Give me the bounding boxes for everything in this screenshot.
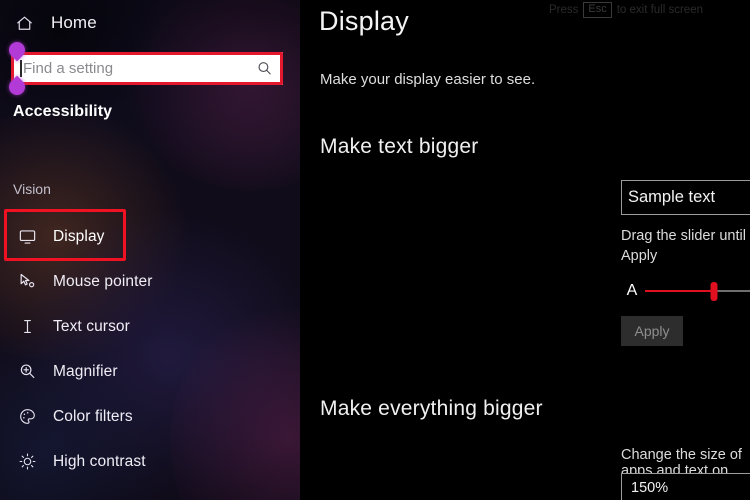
text-size-slider[interactable]: A A [621, 276, 750, 306]
sidebar-item-high-contrast[interactable]: High contrast [0, 439, 300, 484]
settings-window: Home Find a setting Accessibility Vision… [0, 0, 750, 500]
exit-fullscreen-suffix: to exit full screen [616, 4, 703, 16]
sidebar-item-color-filters[interactable]: Color filters [0, 394, 300, 439]
sidebar-item-display-label: Display [53, 227, 105, 245]
text-cursor-icon [17, 317, 37, 337]
magnifier-icon [17, 362, 37, 382]
text-caret [20, 60, 22, 77]
sidebar-item-mouse-pointer-label: Mouse pointer [53, 272, 153, 290]
mouse-pointer-icon [17, 272, 37, 292]
sidebar-item-display[interactable]: Display [0, 214, 300, 259]
slider-thumb[interactable] [710, 282, 718, 301]
main-page-title: Display [319, 6, 409, 36]
sample-text-preview: Sample text [621, 180, 750, 215]
search-input[interactable]: Find a setting [11, 52, 283, 85]
sidebar-item-high-contrast-label: High contrast [53, 452, 146, 470]
search-icon[interactable] [256, 60, 273, 77]
sidebar-nav-list: Display Mouse pointer Text cursor Magnif… [0, 214, 300, 484]
sidebar-item-text-cursor[interactable]: Text cursor [0, 304, 300, 349]
sidebar-item-magnifier[interactable]: Magnifier [0, 349, 300, 394]
page-title: Accessibility [13, 103, 113, 120]
scale-dropdown[interactable]: 150% [621, 473, 750, 500]
slider-track[interactable] [645, 276, 750, 306]
main-page-subtitle: Make your display easier to see. [320, 71, 536, 88]
home-icon [14, 13, 34, 33]
main-content-panel: Press Esc to exit full screen Display Ma… [300, 0, 750, 500]
slider-track-fill [645, 290, 714, 292]
sidebar-item-text-cursor-label: Text cursor [53, 317, 130, 335]
sidebar-item-color-filters-label: Color filters [53, 407, 133, 425]
sidebar-group-label: Vision [13, 181, 51, 197]
color-palette-icon [17, 407, 37, 427]
monitor-icon [17, 227, 37, 247]
apply-button[interactable]: Apply [621, 316, 683, 346]
sample-text-value: Sample text [628, 188, 716, 206]
brightness-icon [17, 452, 37, 472]
search-placeholder: Find a setting [23, 60, 114, 77]
slider-min-label: A [626, 282, 638, 299]
slider-helper-text: Drag the slider until the sample text is… [621, 228, 750, 264]
sidebar-item-home-label: Home [51, 13, 97, 32]
scale-dropdown-value: 150% [631, 480, 669, 496]
sidebar-item-mouse-pointer[interactable]: Mouse pointer [0, 259, 300, 304]
heading-make-text-bigger: Make text bigger [320, 135, 479, 158]
sidebar: Home Find a setting Accessibility Vision… [0, 0, 300, 500]
exit-fullscreen-toast: Press Esc to exit full screen [549, 2, 703, 18]
sidebar-item-magnifier-label: Magnifier [53, 362, 118, 380]
sidebar-item-home[interactable]: Home [14, 8, 97, 38]
esc-key-badge: Esc [583, 2, 612, 18]
exit-fullscreen-prefix: Press [548, 4, 579, 16]
search-field-container[interactable]: Find a setting [5, 38, 283, 99]
heading-make-everything-bigger: Make everything bigger [320, 397, 543, 420]
